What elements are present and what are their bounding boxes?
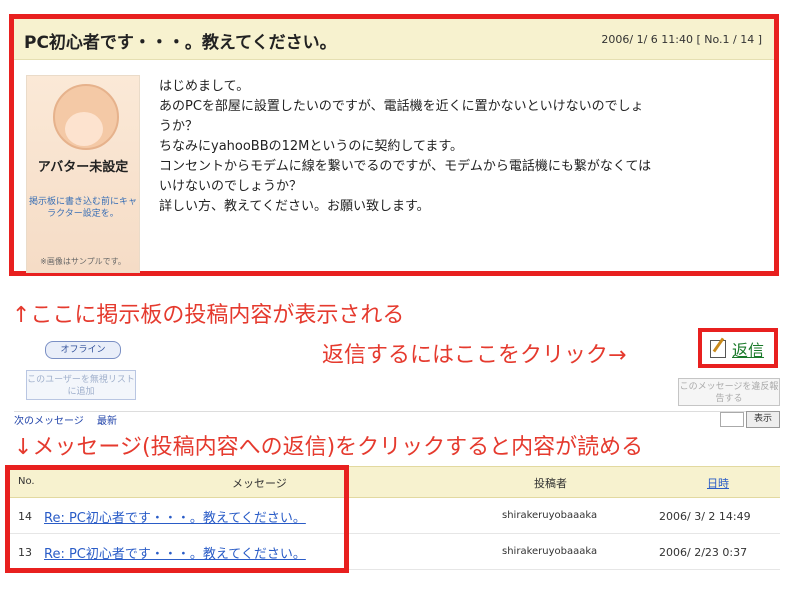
nav-latest-link[interactable]: 最新 xyxy=(97,416,117,427)
post-body-line: 詳しい方、教えてください。お願い致します。 xyxy=(159,199,430,214)
reply-pencil-icon xyxy=(710,340,726,358)
display-button[interactable]: 表示 xyxy=(746,411,780,428)
reply-link[interactable]: 返信 xyxy=(732,337,764,361)
nav-next-link[interactable]: 次のメッセージ xyxy=(14,416,84,427)
row-author: shirakeruyobaaaka xyxy=(502,546,598,557)
reply-button[interactable]: 返信 xyxy=(698,328,778,368)
page-select[interactable] xyxy=(720,412,744,427)
post-body: はじめまして。 あのPCを部屋に設置したいのですが、電話機を近くに置かないといけ… xyxy=(159,77,769,217)
row-date: 2006/ 2/23 0:37 xyxy=(659,546,748,559)
post-body-line: コンセントからモデムに線を繋いでるのですが、モデムから電話機にも繋がなくては xyxy=(159,159,652,174)
avatar-face-icon xyxy=(65,112,103,146)
header-date-sort-link[interactable]: 日時 xyxy=(707,475,729,491)
annotation-post-content: ↑ここに掲示板の投稿内容が表示される xyxy=(12,303,405,328)
avatar-sample-note: ※画像はサンプルです。 xyxy=(40,257,126,266)
annotation-reply-hint: 返信するにはここをクリック→ xyxy=(322,343,627,368)
post-body-line: あのPCを部屋に設置したいのですが、電話機を近くに置かないといけないのでしょ xyxy=(159,99,644,114)
post-header: PC初心者です・・・。教えてください。 2006/ 1/ 6 11:40 [ N… xyxy=(14,19,774,60)
header-author: 投稿者 xyxy=(534,477,567,490)
post-title: PC初心者です・・・。教えてください。 xyxy=(24,33,337,53)
post-body-line: いけないのでしょうか？ xyxy=(159,179,303,194)
row-author: shirakeruyobaaaka xyxy=(502,510,598,521)
post-body-line: はじめまして。 xyxy=(159,79,250,94)
report-message-button[interactable]: このメッセージを違反報告する xyxy=(678,378,780,406)
avatar: アバター未設定 掲示板に書き込む前にキャラクター設定を。 ※画像はサンプルです。 xyxy=(26,75,140,273)
post-meta: 2006/ 1/ 6 11:40 [ No.1 / 14 ] xyxy=(601,33,762,46)
offline-badge: オフライン xyxy=(45,341,121,359)
post-body-line: うか？ xyxy=(159,119,199,134)
post-body-line: ちなみにyahooBBの12Mというのに契約してます。 xyxy=(159,139,464,154)
avatar-label: アバター未設定 xyxy=(37,160,129,175)
message-nav: 次のメッセージ 最新 表示 xyxy=(14,411,780,428)
avatar-note: 掲示板に書き込む前にキャラクター設定を。 xyxy=(28,197,137,219)
message-list-highlight xyxy=(5,465,349,573)
post-panel: PC初心者です・・・。教えてください。 2006/ 1/ 6 11:40 [ N… xyxy=(9,14,779,276)
annotation-message-hint: ↓メッセージ(投稿内容への返信)をクリックすると内容が読める xyxy=(14,435,644,460)
block-user-button[interactable]: このユーザーを無視リストに追加 xyxy=(26,370,136,400)
row-date: 2006/ 3/ 2 14:49 xyxy=(659,510,751,523)
